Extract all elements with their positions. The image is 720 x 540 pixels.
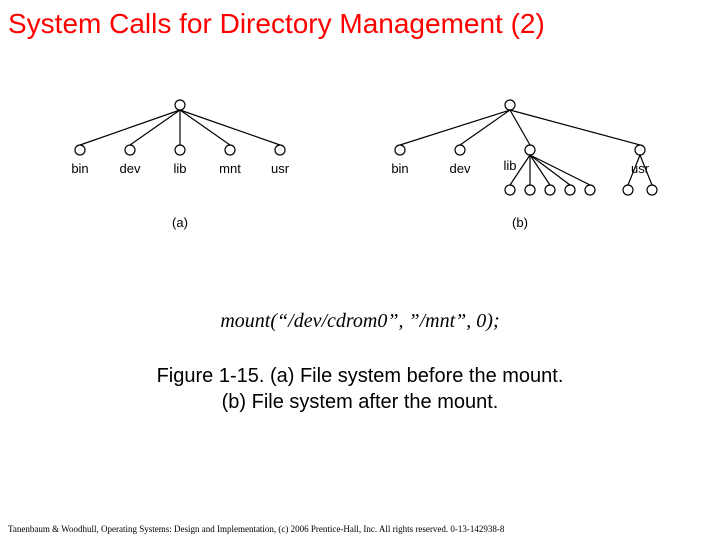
- caption-line-2: (b) File system after the mount.: [222, 391, 499, 413]
- tree-a-label-3: mnt: [219, 161, 241, 176]
- tree-b-label-0: bin: [391, 161, 408, 176]
- tree-a-label-1: dev: [120, 161, 141, 176]
- figure-caption: Figure 1-15. (a) File system before the …: [0, 363, 720, 415]
- mount-code: mount(“/dev/cdrom0”, ”/mnt”, 0);: [0, 310, 720, 333]
- tree-a-label-0: bin: [71, 161, 88, 176]
- tree-b-label-1: dev: [450, 161, 471, 176]
- tree-b-svg: bin dev lib usr: [370, 95, 670, 215]
- tree-b-label-2: lib: [503, 158, 516, 173]
- diagram-b-sublabel: (b): [370, 215, 670, 230]
- page-title: System Calls for Directory Management (2…: [0, 0, 720, 40]
- tree-a-label-2: lib: [173, 161, 186, 176]
- diagram-a-sublabel: (a): [50, 215, 310, 230]
- tree-a-svg: bin dev lib mnt usr: [50, 95, 310, 185]
- caption-line-1: Figure 1-15. (a) File system before the …: [157, 365, 564, 387]
- diagram-row: bin dev lib mnt usr (a) bin dev lib u: [0, 95, 720, 230]
- copyright-footer: Tanenbaum & Woodhull, Operating Systems:…: [8, 524, 504, 534]
- tree-a-label-4: usr: [271, 161, 290, 176]
- diagram-b: bin dev lib usr (b): [370, 95, 670, 230]
- diagram-a: bin dev lib mnt usr (a): [50, 95, 310, 230]
